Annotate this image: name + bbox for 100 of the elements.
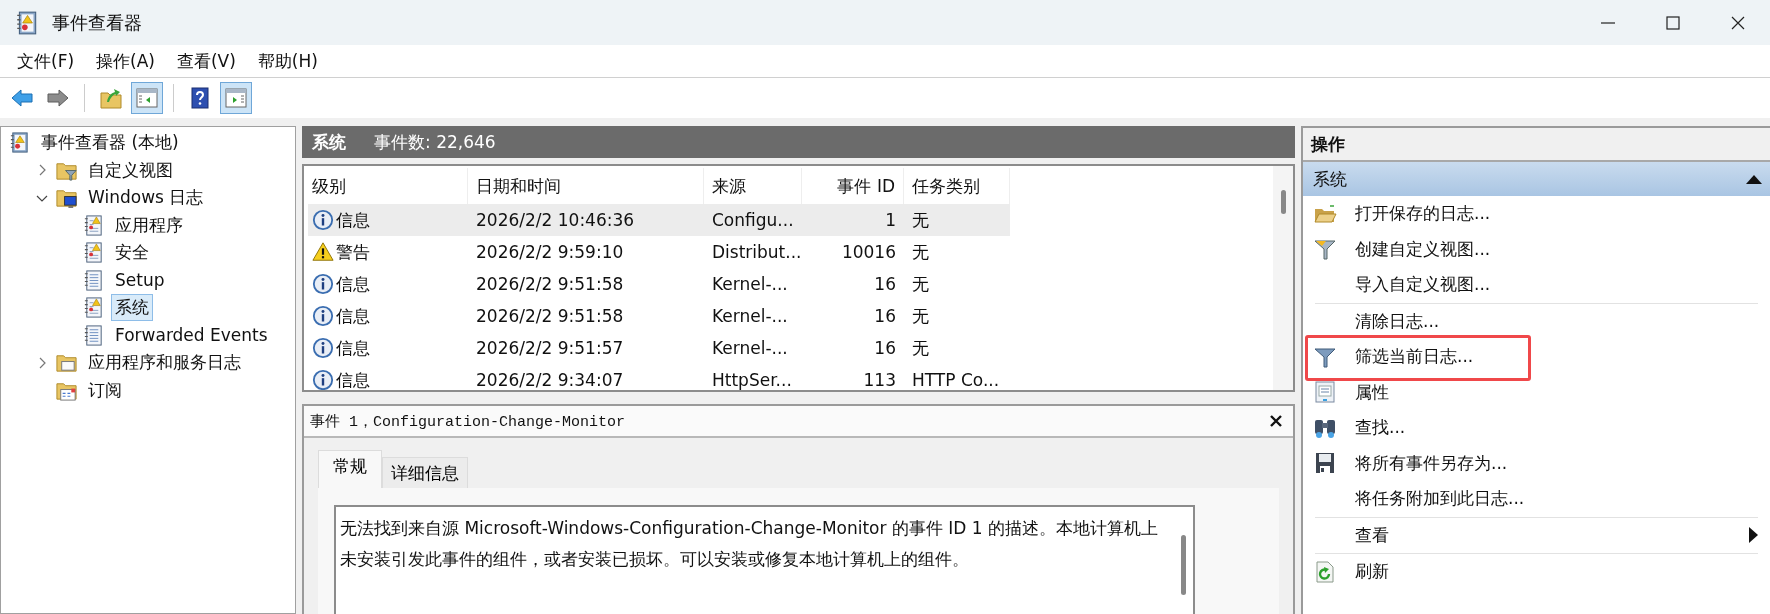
action-item[interactable]: 查找... [1303, 410, 1770, 446]
close-icon [1269, 414, 1283, 428]
action-item[interactable]: 筛选当前日志... [1303, 339, 1770, 375]
action-item[interactable]: 清除日志... [1303, 303, 1770, 339]
action-item[interactable]: 属性 [1303, 374, 1770, 410]
table-cell: 2026/2/2 9:51:58 [476, 274, 624, 294]
minimize-icon [1600, 21, 1615, 24]
table-cell: HttpSer... [712, 370, 792, 390]
table-cell: 信息 [336, 368, 370, 390]
table-cell: 无 [912, 208, 929, 232]
log-icon [82, 296, 105, 320]
table-cell: 信息 [336, 208, 370, 232]
refresh-icon [1313, 559, 1337, 584]
table-cell: 警告 [336, 240, 370, 264]
pane-icon [224, 86, 248, 110]
log-icon [82, 241, 105, 265]
log-title: 系统 [312, 130, 346, 154]
table-cell: 10016 [841, 242, 896, 262]
table-cell: 2026/2/2 9:51:58 [476, 306, 624, 326]
tree-item[interactable]: Forwarded Events [111, 323, 272, 348]
tree-item[interactable]: 系统 [111, 294, 153, 322]
table-cell: 16 [874, 306, 896, 326]
table-cell: HTTP Co... [912, 370, 1000, 390]
help-icon [188, 86, 212, 110]
table-cell: 2026/2/2 9:51:57 [476, 338, 624, 358]
table-row[interactable]: 信息 2026/2/2 9:51:57 Kernel-... 16 无 [308, 332, 1010, 364]
table-cell: 无 [912, 336, 929, 360]
menu-item[interactable]: 帮助(H) [246, 49, 329, 73]
table-cell: Configu... [712, 210, 794, 230]
pane-icon [135, 86, 159, 110]
table-cell: Kernel-... [712, 274, 788, 294]
tree-item[interactable]: 应用程序 [111, 211, 187, 239]
tab[interactable]: 详细信息 [382, 457, 468, 488]
tree-item[interactable]: Setup [111, 268, 169, 293]
table-cell: Kernel-... [712, 338, 788, 358]
action-label: 属性 [1355, 380, 1389, 404]
menu-item[interactable]: 操作(A) [85, 49, 166, 73]
event-title: 事件 1，Configuration-Change-Monitor [310, 412, 626, 431]
menu-item[interactable]: 文件(F) [6, 49, 86, 73]
action-item[interactable]: 创建自定义视图... [1303, 231, 1770, 267]
action-label: 将任务附加到此日志... [1355, 487, 1525, 511]
table-row[interactable]: 信息 2026/2/2 9:51:58 Kernel-... 16 无 [308, 300, 1010, 332]
table-row[interactable]: 信息 2026/2/2 9:34:07 HttpSer... 113 HTTP Co... [308, 364, 1010, 390]
action-item[interactable]: 将任务附加到此日志... [1303, 481, 1770, 517]
warning-icon [312, 241, 334, 263]
collapse-icon [1746, 174, 1762, 184]
action-item[interactable]: 将所有事件另存为... [1303, 445, 1770, 481]
properties-icon [1313, 380, 1337, 405]
action-label: 筛选当前日志... [1355, 345, 1474, 369]
tree-item[interactable]: 自定义视图 [84, 156, 177, 184]
table-cell: 无 [912, 304, 929, 328]
back-icon [10, 86, 34, 110]
description-text: 无法找到来自源 Microsoft-Windows-Configuration-Change-Monitor 的事件 ID 1 的描述。本地计算机上未安装引发此事件的组件，或者安装已损坏。可以安装或修复本地计算机上的组件。 [339, 517, 1160, 571]
action-label: 刷新 [1355, 560, 1389, 584]
action-item[interactable]: 导入自定义视图... [1303, 267, 1770, 303]
action-label: 将所有事件另存为... [1355, 451, 1508, 475]
table-cell: 无 [912, 272, 929, 296]
log-icon [82, 323, 105, 347]
action-label: 清除日志... [1355, 309, 1440, 333]
tree-item[interactable]: 安全 [111, 239, 153, 267]
action-item[interactable]: 打开保存的日志... [1303, 196, 1770, 232]
action-label: 导入自定义视图... [1355, 273, 1491, 297]
table-cell: 信息 [336, 304, 370, 328]
menu-item[interactable]: 查看(V) [165, 49, 247, 73]
tree-item[interactable]: Windows 日志 [84, 184, 208, 212]
section-title: 系统 [1313, 167, 1347, 191]
action-item[interactable]: 查看 [1303, 517, 1770, 553]
info-icon [312, 305, 334, 327]
scrollbar[interactable] [1273, 166, 1293, 390]
tree-item[interactable]: 订阅 [84, 376, 126, 404]
section-header[interactable]: 系统 [1303, 162, 1770, 196]
table-cell: Distribut... [712, 242, 802, 262]
table-row[interactable]: 警告 2026/2/2 9:59:10 Distribut... 10016 无 [308, 236, 1010, 268]
actions-title: 操作 [1303, 126, 1770, 162]
action-label: 查找... [1355, 416, 1406, 440]
log-icon [82, 268, 105, 292]
table-cell: 2026/2/2 10:46:36 [476, 210, 635, 230]
table-cell: 16 [874, 338, 896, 358]
table-row[interactable]: 信息 2026/2/2 10:46:36 Configu... 1 无 [308, 204, 1010, 236]
log-icon [82, 213, 105, 237]
table-cell: Kernel-... [712, 306, 788, 326]
action-item[interactable]: 刷新 [1303, 554, 1770, 590]
table-cell: 16 [874, 274, 896, 294]
action-label: 打开保存的日志... [1355, 202, 1491, 226]
info-icon [312, 209, 334, 231]
info-icon [312, 337, 334, 359]
tab[interactable]: 常规 [318, 450, 382, 488]
folder-icon [99, 86, 123, 110]
info-icon [312, 273, 334, 295]
filter-icon [1313, 237, 1337, 262]
table-row[interactable]: 信息 2026/2/2 9:51:58 Kernel-... 16 无 [308, 268, 1010, 300]
window-title: 事件查看器 [52, 10, 142, 35]
tree-item[interactable]: 事件查看器 (本地) [37, 129, 183, 157]
tree-item[interactable]: 应用程序和服务日志 [84, 349, 245, 377]
event-log-icon [8, 131, 31, 155]
table-cell: 2026/2/2 9:34:07 [476, 370, 624, 390]
event-count: 事件数: 22,646 [374, 130, 496, 154]
forward-icon [46, 86, 70, 110]
close-icon [1730, 15, 1745, 30]
action-label: 查看 [1355, 523, 1389, 547]
